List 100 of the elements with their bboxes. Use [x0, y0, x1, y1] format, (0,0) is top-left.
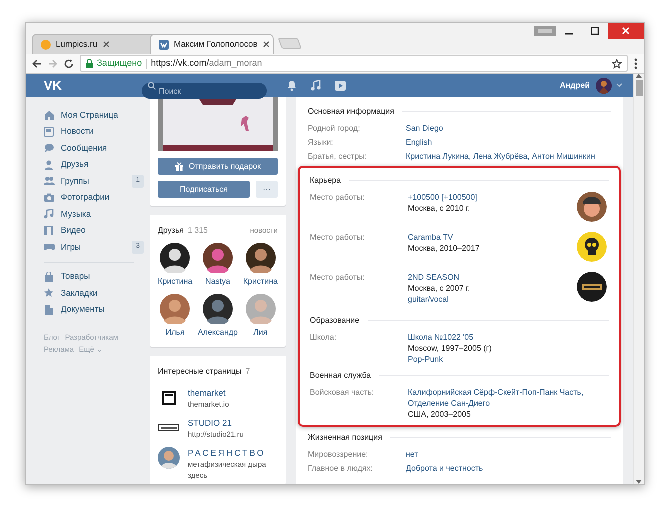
friend-item[interactable]: Nastya — [196, 243, 240, 288]
scrollbar-thumb[interactable] — [636, 80, 642, 96]
field-link[interactable]: English — [406, 137, 432, 148]
newspaper-icon — [44, 126, 55, 137]
keyboard-layout-icon — [534, 26, 556, 36]
music-note-icon[interactable] — [311, 80, 321, 91]
field-value: США, 2003–2005 — [408, 409, 471, 420]
home-icon — [44, 110, 55, 120]
favicon-icon — [159, 40, 169, 50]
sidebar-item[interactable]: Сообщения — [34, 140, 144, 156]
field-value: Москва, 2010–2017 — [408, 243, 480, 254]
gamepad-icon — [44, 242, 55, 252]
bag-icon — [44, 272, 55, 282]
field-link[interactable]: Школа №1022 '05 — [408, 332, 474, 343]
card-title: Интересные страницы — [158, 366, 242, 378]
avatar[interactable] — [202, 243, 233, 273]
field-value: Moscow, 1997–2005 (г) — [408, 343, 492, 354]
user-name[interactable]: Андрей — [560, 80, 590, 92]
friend-item[interactable]: Кристина — [154, 243, 197, 288]
star-icon[interactable] — [612, 58, 622, 68]
lock-icon — [86, 59, 93, 68]
reload-icon[interactable] — [64, 58, 74, 68]
page-link[interactable]: STUDIO 21 — [188, 417, 244, 429]
avatar[interactable] — [160, 243, 190, 273]
scroll-down-icon[interactable] — [636, 480, 642, 484]
logo[interactable]: VK — [44, 76, 142, 96]
bell-icon[interactable] — [287, 80, 297, 91]
avatar[interactable] — [202, 294, 233, 324]
field-label: Мировоззрение: — [308, 449, 370, 460]
close-icon[interactable] — [262, 41, 270, 48]
music-note-icon — [44, 209, 55, 220]
field-label: Братья, сестры: — [308, 151, 368, 162]
sidebar-item[interactable]: Видео — [34, 222, 144, 239]
chat-icon — [44, 143, 55, 154]
card-title: Друзья — [158, 225, 184, 237]
friends-count: 1 315 — [188, 225, 208, 237]
favicon-icon — [41, 40, 51, 50]
field-value: Москва, с 2007 г. — [408, 283, 470, 294]
friend-item[interactable]: Илья — [154, 294, 197, 339]
friend-item[interactable]: Кристина — [239, 243, 282, 288]
scrollbar[interactable] — [633, 74, 644, 484]
field-link[interactable]: Калифорнийская Сёрф-Скейт-Поп-Панк Часть, — [408, 387, 584, 398]
menu-icon[interactable] — [634, 58, 638, 70]
sidebar-item[interactable]: Моя Страница — [34, 107, 144, 124]
field-link[interactable]: Caramba TV — [408, 232, 454, 243]
field-label: Войсковая часть: — [310, 387, 376, 399]
search-icon — [148, 82, 156, 90]
sidebar-item[interactable]: Фотографии — [34, 190, 144, 206]
section-title: Жизненная позиция — [308, 432, 382, 443]
document-icon — [44, 304, 55, 315]
field-value: Москва, с 2010 г. — [408, 203, 470, 214]
friend-item[interactable]: Александр — [196, 294, 240, 339]
field-label: Место работы: — [310, 232, 366, 244]
film-icon — [44, 226, 55, 236]
field-link[interactable]: 2ND SEASON — [408, 272, 460, 283]
video-icon[interactable] — [335, 80, 346, 90]
maximize-icon[interactable] — [591, 27, 599, 35]
section-title: Карьера — [310, 175, 342, 186]
section-title: Образование — [310, 315, 360, 326]
sidebar-item[interactable]: Новости — [34, 124, 144, 140]
address-bar[interactable]: Защищено https://vk.com/adam_moran — [80, 55, 628, 72]
sidebar-item[interactable]: Товары — [34, 268, 144, 285]
field-label: Родной город: — [308, 123, 362, 134]
avatar[interactable] — [246, 243, 276, 273]
field-link[interactable]: Pop-Punk — [408, 354, 444, 365]
person-icon — [44, 160, 55, 170]
field-link[interactable]: San Diego — [406, 123, 444, 134]
sidebar-item[interactable]: Друзья — [34, 156, 144, 173]
search-field[interactable]: Поиск — [142, 83, 267, 99]
page-link[interactable]: themarket — [188, 387, 230, 399]
gift-button[interactable]: Отправить подарок — [158, 158, 278, 175]
page-link[interactable]: РАСЕЯНСТВО — [188, 447, 278, 459]
section-title: Основная информация — [308, 106, 394, 117]
field-link[interactable]: Кристина Лукина, Лена Жубрёва, Антон Мишинкин — [406, 151, 596, 162]
field-link[interactable]: +100500 [+100500] — [408, 192, 478, 203]
star-icon — [44, 288, 55, 298]
browser-tab[interactable]: Максим Голополосов — [150, 34, 274, 54]
field-link[interactable]: guitar/vocal — [408, 294, 449, 305]
caret-icon[interactable] — [616, 83, 623, 88]
people-icon — [44, 176, 55, 186]
section-title: Военная служба — [310, 370, 372, 381]
camera-icon — [44, 192, 55, 203]
friend-item[interactable]: Лия — [239, 294, 282, 339]
sidebar-item[interactable]: Музыка — [34, 206, 144, 222]
secure-label: Защищено — [97, 56, 142, 70]
subscribe-button[interactable]: Подписаться — [158, 181, 250, 198]
field-label: Главное в людях: — [308, 463, 374, 474]
sidebar-item[interactable]: Документы — [34, 302, 144, 318]
more-button[interactable]: ··· — [256, 181, 278, 198]
field-label: Место работы: — [310, 272, 366, 284]
field-label: Школа: — [310, 332, 338, 344]
field-link[interactable]: Доброта и честность — [406, 463, 484, 474]
close-icon[interactable] — [102, 41, 110, 48]
field-label: Место работы: — [310, 192, 366, 204]
field-link[interactable]: Отделение Сан-Диего — [408, 398, 490, 409]
gift-icon — [174, 162, 184, 171]
sidebar-item[interactable]: Закладки — [34, 285, 144, 302]
back-icon[interactable] — [32, 58, 42, 68]
field-link[interactable]: нет — [406, 449, 418, 460]
field-label: Языки: — [308, 137, 334, 148]
